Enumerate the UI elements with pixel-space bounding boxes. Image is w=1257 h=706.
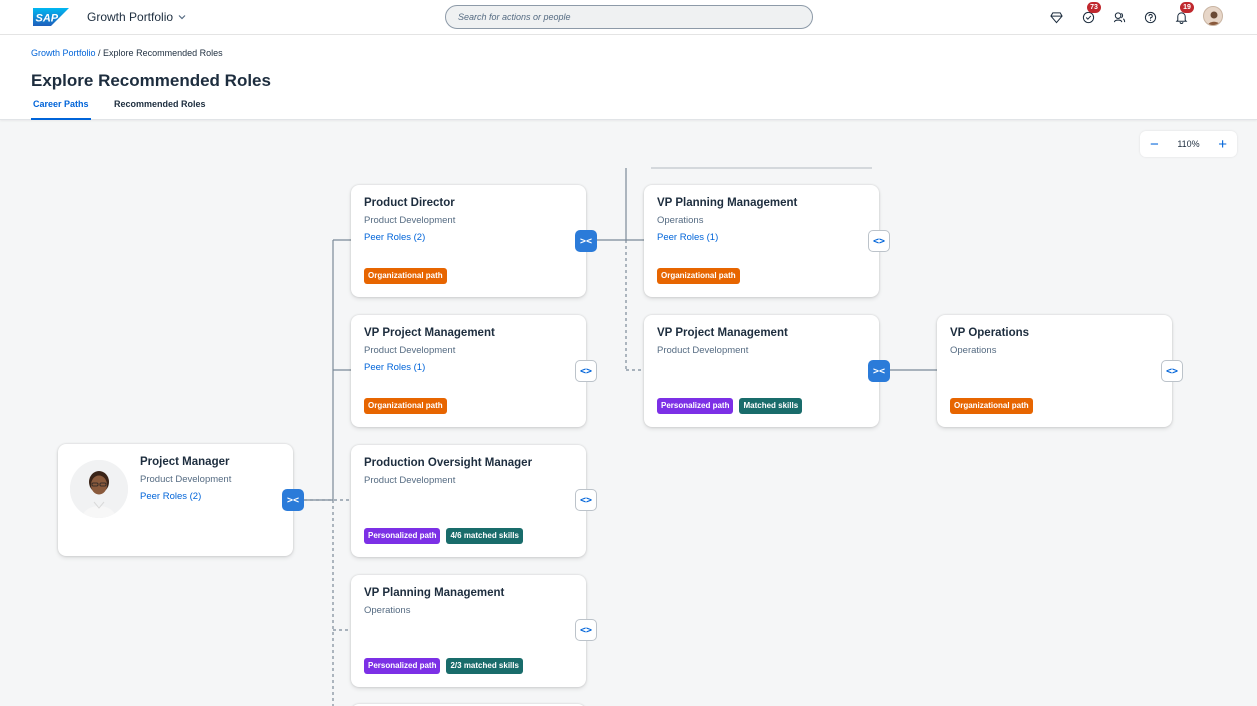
collapse-icon: >< <box>872 365 886 377</box>
role-department: Product Development <box>657 345 749 356</box>
role-card-vp-project-management[interactable]: VP Project Management Product Developmen… <box>351 315 586 427</box>
role-department: Product Development <box>364 475 456 486</box>
expand-button[interactable]: <> <box>575 619 597 641</box>
expand-icon: <> <box>579 365 593 377</box>
collapse-button[interactable]: >< <box>868 360 890 382</box>
matched-skills-tag: 4/6 matched skills <box>446 528 523 544</box>
role-department: Operations <box>364 605 411 616</box>
peer-roles-link[interactable]: Peer Roles (2) <box>364 232 573 243</box>
role-department: Operations <box>950 345 997 356</box>
role-title: VP Planning Management <box>657 197 798 209</box>
personalized-path-tag: Personalized path <box>657 398 734 414</box>
peer-roles-link[interactable]: Peer Roles (1) <box>364 362 573 373</box>
collapse-icon: >< <box>286 494 300 506</box>
role-department: Product Development <box>364 215 456 226</box>
collapse-button[interactable]: >< <box>575 230 597 252</box>
current-role-department: Product Development <box>140 474 232 485</box>
role-card-production-oversight-manager[interactable]: Production Oversight Manager Product Dev… <box>351 445 586 557</box>
current-role-title: Project Manager <box>140 456 230 468</box>
peer-roles-link[interactable]: Peer Roles (1) <box>657 232 866 243</box>
profile-photo <box>70 460 128 518</box>
role-card-product-director[interactable]: Product Director Product Development Pee… <box>351 185 586 297</box>
role-department: Operations <box>657 215 704 226</box>
expand-icon: <> <box>1165 365 1179 377</box>
expand-icon: <> <box>579 624 593 636</box>
collapse-button[interactable]: >< <box>282 489 304 511</box>
current-role-peer-roles-link[interactable]: Peer Roles (2) <box>140 491 231 502</box>
expand-button[interactable]: <> <box>1161 360 1183 382</box>
matched-skills-tag: Matched skills <box>739 398 803 414</box>
role-card-vp-project-management-2[interactable]: VP Project Management Product Developmen… <box>644 315 879 427</box>
expand-icon: <> <box>872 235 886 247</box>
organizational-path-tag: Organizational path <box>364 398 447 414</box>
collapse-icon: >< <box>579 235 593 247</box>
current-role-card[interactable]: Project Manager Product Development Peer… <box>58 444 293 556</box>
role-department: Product Development <box>364 345 456 356</box>
person-portrait-icon <box>70 460 128 518</box>
role-card-vp-planning-management-ops[interactable]: VP Planning Management Operations Peer R… <box>644 185 879 297</box>
role-title: Product Director <box>364 197 455 209</box>
expand-button[interactable]: <> <box>868 230 890 252</box>
role-title: Production Oversight Manager <box>364 457 533 469</box>
expand-button[interactable]: <> <box>575 489 597 511</box>
role-card-vp-planning-management[interactable]: VP Planning Management Operations Person… <box>351 575 586 687</box>
organizational-path-tag: Organizational path <box>950 398 1033 414</box>
personalized-path-tag: Personalized path <box>364 528 441 544</box>
personalized-path-tag: Personalized path <box>364 658 441 674</box>
role-title: VP Project Management <box>364 327 495 339</box>
role-title: VP Project Management <box>657 327 788 339</box>
role-title: VP Planning Management <box>364 587 505 599</box>
organizational-path-tag: Organizational path <box>364 268 447 284</box>
expand-icon: <> <box>579 494 593 506</box>
matched-skills-tag: 2/3 matched skills <box>446 658 523 674</box>
organizational-path-tag: Organizational path <box>657 268 740 284</box>
role-card-vp-operations[interactable]: VP Operations Operations Organizational … <box>937 315 1172 427</box>
role-title: VP Operations <box>950 327 1030 339</box>
expand-button[interactable]: <> <box>575 360 597 382</box>
